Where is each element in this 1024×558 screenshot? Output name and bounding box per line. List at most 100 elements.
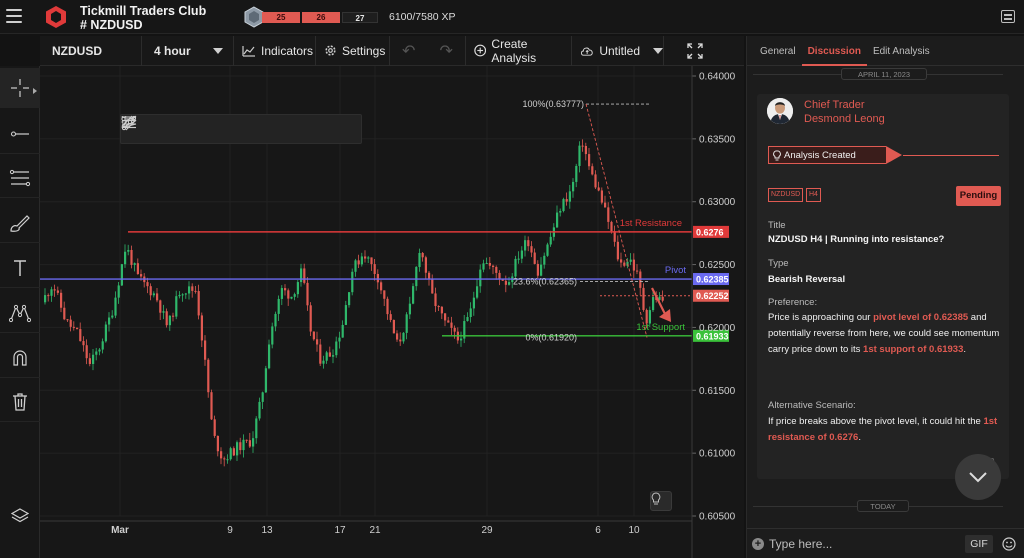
resistance-level-label: 1st Resistance	[620, 218, 682, 229]
fib-fan-button[interactable]	[122, 115, 317, 143]
crosshair-tool[interactable]	[0, 68, 40, 108]
resistance-level-price-tag-text: 0.6276	[696, 227, 724, 237]
menu-icon[interactable]	[6, 9, 22, 23]
message-input[interactable]	[769, 534, 959, 554]
candle-body	[108, 317, 111, 325]
candle-body	[504, 280, 507, 285]
candle-body	[466, 317, 469, 322]
candle-body	[95, 351, 98, 355]
candle-body	[312, 331, 315, 340]
candle-body	[341, 324, 344, 338]
candle-body	[351, 271, 354, 293]
layout-dropdown[interactable]: Untitled	[572, 35, 664, 66]
gif-button[interactable]: GIF	[965, 535, 993, 553]
xp-progress-text: 6100/7580 XP	[389, 11, 456, 23]
fullscreen-icon	[687, 42, 703, 59]
candle-body	[325, 352, 328, 361]
lightbulb-icon	[773, 150, 781, 160]
avatar[interactable]	[767, 98, 793, 124]
author-name[interactable]: Desmond Leong	[804, 113, 885, 125]
trend-line-tool[interactable]	[0, 114, 40, 154]
brush-tool[interactable]	[0, 203, 40, 243]
candle-body	[661, 296, 664, 301]
candle-body	[536, 263, 539, 276]
panel-toggle-icon[interactable]	[1001, 10, 1015, 23]
settings-label: Settings	[342, 43, 386, 58]
candle-body	[543, 255, 546, 265]
candle-body	[92, 354, 95, 364]
candle-body	[165, 311, 168, 326]
tab-discussion[interactable]: Discussion	[801, 36, 867, 66]
candle-body	[607, 207, 610, 222]
candle-body	[181, 294, 184, 296]
candle-body	[568, 191, 571, 202]
interval-dropdown[interactable]: 4 hour	[142, 35, 234, 66]
parallel-channel-button[interactable]	[121, 115, 257, 143]
indicators-button[interactable]: Indicators	[234, 35, 316, 66]
floating-draw-toolbar	[120, 114, 362, 144]
analysis-panel: General Discussion Edit Analysis APRIL 1…	[746, 36, 1024, 558]
candle-body	[149, 286, 152, 296]
candle-body	[53, 289, 56, 291]
fullscreen-button[interactable]	[664, 36, 726, 66]
candle-body	[319, 344, 322, 364]
candle-body	[514, 258, 517, 277]
create-analysis-button[interactable]: Create Analysis	[466, 35, 572, 66]
candle-body	[530, 246, 533, 253]
x-axis-label: 29	[481, 525, 493, 536]
horizontal-ray-button[interactable]	[121, 115, 167, 143]
settings-button[interactable]: Settings	[316, 35, 390, 66]
scroll-down-button[interactable]	[955, 454, 1001, 500]
candle-body	[399, 339, 402, 342]
candle-body	[447, 320, 450, 323]
candle-body	[460, 338, 463, 341]
app-root: Tickmill Traders Club # NZDUSD 25 26 27 …	[0, 0, 1024, 558]
tab-edit-analysis[interactable]: Edit Analysis	[867, 36, 936, 66]
candle-body	[508, 282, 511, 285]
lightbulb-button[interactable]	[650, 491, 672, 511]
pattern-tool[interactable]	[0, 293, 40, 333]
candle-body	[146, 282, 149, 287]
pivot-level-price-tag-text: 0.62385	[696, 275, 729, 285]
candle-body	[620, 259, 623, 263]
candle-body	[85, 345, 88, 359]
delete-drawings-tool[interactable]	[0, 382, 40, 422]
candle-body	[79, 329, 82, 342]
ray-button[interactable]	[121, 115, 227, 143]
candle-body	[600, 190, 603, 203]
redo-icon[interactable]: ↷	[440, 41, 453, 61]
magnet-tool[interactable]	[0, 338, 40, 378]
horizontal-lines-button[interactable]	[122, 115, 287, 143]
candle-body	[370, 257, 373, 265]
undo-icon[interactable]: ↶	[402, 41, 415, 61]
candle-body	[271, 326, 274, 345]
emoji-icon[interactable]	[1002, 537, 1016, 551]
expand-arrow-icon[interactable]	[33, 88, 37, 94]
text-tool[interactable]	[0, 248, 40, 288]
candle-body	[498, 272, 501, 280]
tab-general[interactable]: General	[747, 36, 802, 66]
candle-body	[229, 448, 232, 460]
today-separator-label: TODAY	[857, 500, 909, 512]
y-axis-label: 0.62000	[699, 323, 736, 334]
candle-body	[559, 210, 562, 213]
candle-body	[613, 231, 616, 242]
timeframe-tag: H4	[806, 188, 821, 202]
attach-button[interactable]: +	[752, 538, 764, 550]
candle-body	[159, 300, 162, 313]
candle-body	[588, 154, 591, 167]
symbol-selector[interactable]: NZDUSD	[40, 35, 142, 66]
candle-body	[111, 315, 114, 318]
preference-text: Price is approaching our pivot level of …	[768, 312, 1000, 355]
candle-body	[562, 199, 565, 211]
candle-body	[162, 311, 165, 313]
price-chart[interactable]: 1st Resistance 0.6276 Pivot 0.62385 1st Supp…	[40, 66, 744, 558]
brush-icon	[10, 214, 30, 232]
trend-line-button[interactable]	[121, 115, 197, 143]
fib-100-label: 100%(0.63777)	[522, 99, 584, 109]
layers-tool[interactable]	[0, 496, 40, 536]
candle-body	[392, 319, 395, 334]
candle-body	[124, 251, 127, 265]
fib-tool[interactable]	[0, 158, 40, 198]
interval-label: 4 hour	[154, 43, 191, 58]
